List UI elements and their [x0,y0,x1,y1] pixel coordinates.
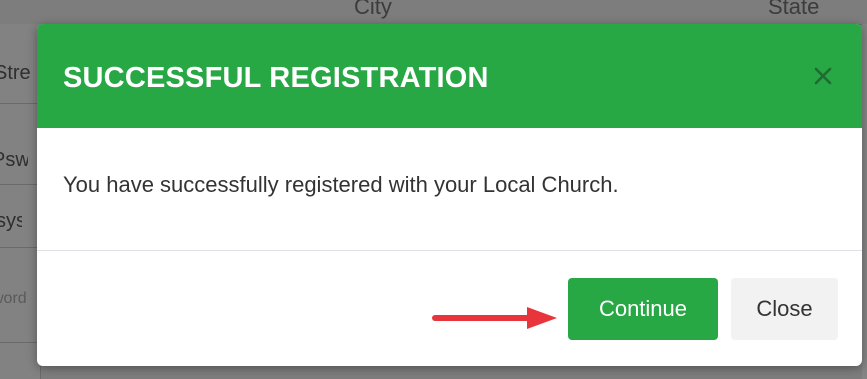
column-header-state: State [768,0,820,19]
background-cell: Stre [0,62,30,84]
background-left-column: Stre Pswd ssyse word [0,24,41,379]
continue-button[interactable]: Continue [568,278,718,340]
registration-modal: SUCCESSFUL REGISTRATION You have success… [37,24,862,366]
modal-footer: Continue Close [37,251,862,366]
success-message: You have successfully registered with yo… [63,172,619,197]
arrow-right-icon [432,307,557,329]
row-divider [0,247,40,248]
row-divider [0,103,40,104]
row-divider [0,342,40,343]
background-table-header: City State [0,0,867,25]
close-icon[interactable] [807,60,839,92]
close-icon-glyph [814,67,832,85]
background-cell: Pswd [0,149,28,171]
modal-title: SUCCESSFUL REGISTRATION [63,62,489,94]
column-header-city: City [354,0,392,19]
row-divider [0,184,40,185]
close-button[interactable]: Close [731,278,838,340]
modal-header: SUCCESSFUL REGISTRATION [37,24,862,128]
modal-body: You have successfully registered with yo… [37,128,862,251]
background-cell: ssyse [0,210,22,232]
background-cell-placeholder: word [0,290,27,307]
background-right-column [862,24,867,379]
